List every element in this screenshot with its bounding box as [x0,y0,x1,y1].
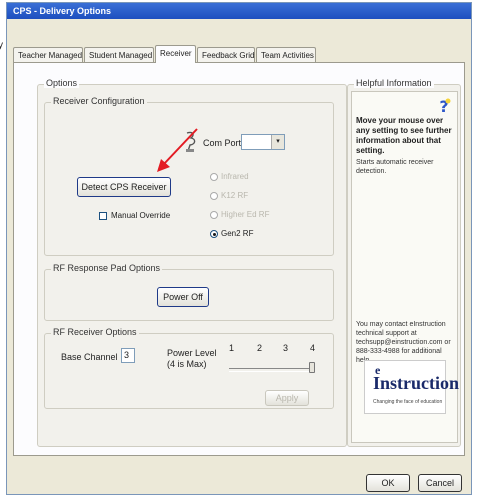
tab-receiver[interactable]: Receiver [155,45,196,63]
power-level-track [229,368,314,372]
power-level-label: Power Level [167,348,217,358]
logo-word: Instruction [373,373,460,393]
helpful-information-group: Helpful Information ? Move your mouse ov… [347,78,461,447]
radio-higher-ed-rf[interactable] [210,211,218,219]
power-tick-2: 2 [257,343,263,353]
com-port-select[interactable]: ▾ [241,134,285,150]
options-legend: Options [44,78,80,88]
radio-gen2-rf[interactable] [210,230,218,238]
power-tick-3: 3 [283,343,289,353]
power-tick-4: 4 [310,343,316,353]
background-label: y [0,40,3,51]
helpful-information-panel: ? Move your mouse over any setting to se… [351,91,459,443]
helpful-information-legend: Helpful Information [354,78,434,88]
apply-button[interactable]: Apply [265,390,309,406]
help-detail: Starts automatic receiver detection. [356,159,434,175]
tab-team-activities[interactable]: Team Activities [256,47,316,62]
help-headline: Move your mouse over any setting to see … [356,116,452,155]
power-tick-1: 1 [229,343,235,353]
rf-receiver-options-legend: RF Receiver Options [51,327,139,337]
logo-tagline: Changing the face of education [373,399,443,405]
infrared-label: Infrared [221,172,249,181]
options-group: Options Receiver Configuration Com Port … [37,78,347,447]
tab-teacher-managed[interactable]: Teacher Managed [13,47,83,62]
power-off-button[interactable]: Power Off [157,287,209,307]
help-contact: You may contact eInstruction technical s… [356,321,451,364]
higher-ed-rf-label: Higher Ed RF [221,210,270,219]
base-channel-input[interactable]: 3 [121,348,135,363]
manual-override-label: Manual Override [111,211,171,220]
window-title: CPS - Delivery Options [7,3,471,19]
power-level-slider-thumb[interactable] [309,362,315,373]
einstruction-logo: e Instruction Changing the face of educa… [364,360,459,414]
annotation-arrow-icon [157,128,198,172]
power-level-hint: (4 is Max) [167,359,207,369]
rf-response-pad-group: RF Response Pad Options Power Off [44,263,334,321]
tab-student-managed[interactable]: Student Managed [84,47,154,62]
rf-response-pad-legend: RF Response Pad Options [51,263,163,273]
cancel-button[interactable]: Cancel [418,474,462,492]
tab-feedback-grid[interactable]: Feedback Grid [197,47,255,62]
k12-rf-label: K12 RF [221,191,249,200]
receiver-configuration-group: Receiver Configuration Com Port ▾ Detect… [44,96,334,256]
help-question-icon: ? [439,97,451,115]
base-channel-label: Base Channel [61,352,118,362]
radio-infrared[interactable] [210,173,218,181]
com-port-label: Com Port [203,138,242,148]
rf-receiver-options-group: RF Receiver Options Base Channel 3 Power… [44,327,334,409]
radio-k12-rf[interactable] [210,192,218,200]
receiver-configuration-legend: Receiver Configuration [51,96,147,106]
chevron-down-icon[interactable]: ▾ [271,135,284,149]
ok-button[interactable]: OK [366,474,410,492]
detect-cps-receiver-button[interactable]: Detect CPS Receiver [77,177,171,197]
delivery-options-window: CPS - Delivery Options Teacher Managed S… [6,2,472,495]
gen2-rf-label: Gen2 RF [221,229,254,238]
manual-override-checkbox[interactable] [99,212,107,220]
